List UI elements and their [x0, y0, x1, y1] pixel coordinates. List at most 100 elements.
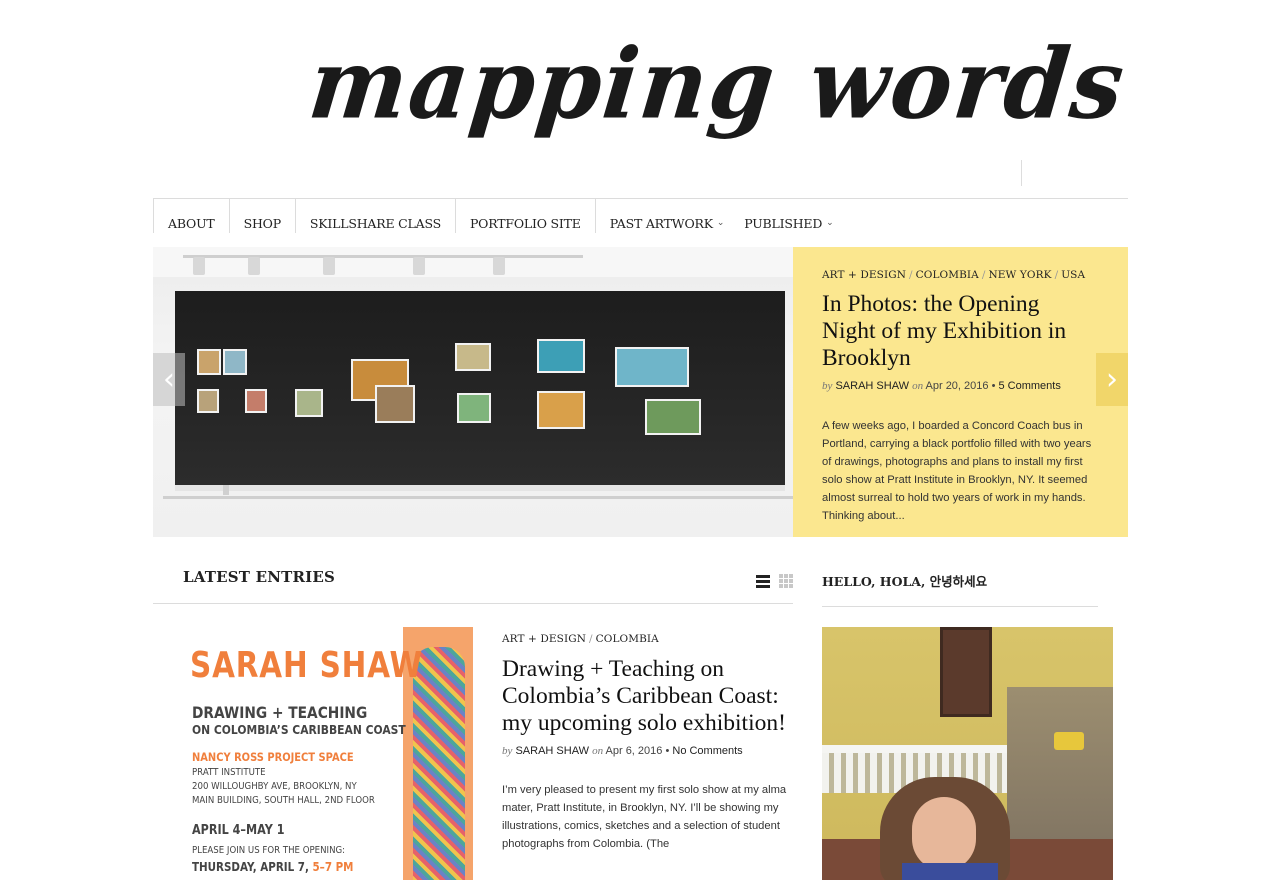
nav-label: Portfolio Site [469, 216, 581, 231]
photo-person-face [912, 797, 976, 871]
artwork [375, 385, 415, 423]
photo-door [940, 627, 992, 717]
comments-link[interactable]: 5 Comments [999, 380, 1061, 392]
slide-categories: Art + Design / Colombia / New York / USA [822, 269, 1098, 281]
divider [1021, 160, 1022, 186]
entry-categories: Art + Design / Colombia [502, 633, 793, 645]
display-sill [163, 496, 793, 499]
spotlight [323, 257, 335, 275]
nav-item-portfolio-site[interactable]: Portfolio Site [456, 199, 596, 233]
on-label: on [912, 380, 924, 392]
display-case [175, 291, 785, 491]
latest-entries-heading: Latest Entries [183, 568, 336, 586]
artwork [295, 389, 323, 417]
chevron-down-icon: ⌄ [716, 218, 725, 228]
spotlight [493, 257, 505, 275]
view-toggle [756, 574, 793, 588]
by-label: by [822, 380, 833, 392]
slide-meta: by SARAH SHAW on Apr 20, 2016 • 5 Commen… [822, 380, 1098, 392]
slide-excerpt: A few weeks ago, I boarded a Concord Coa… [822, 420, 1092, 522]
chevron-down-icon: ⌄ [826, 218, 834, 228]
artwork [537, 391, 585, 429]
category-separator: / [588, 633, 593, 645]
wall-outlet [223, 485, 229, 495]
category-link[interactable]: Art + Design [822, 269, 906, 282]
category-link[interactable]: USA [1061, 269, 1085, 282]
poster-address: MAIN BUILDING, SOUTH HALL, 2ND FLOOR [192, 795, 375, 806]
slider-next-button[interactable]: › [1096, 353, 1128, 406]
grid-view-icon[interactable] [779, 574, 793, 588]
poster-address: PRATT INSTITUTE [192, 767, 266, 778]
poster-subtitle-line: ON COLOMBIA’S CARIBBEAN COAST [192, 722, 406, 737]
entry-thumbnail[interactable]: SARAH SHAW DRAWING + TEACHING ON COLOMBI… [183, 627, 473, 880]
nav-item-skillshare-class[interactable]: Skillshare Class [296, 199, 456, 233]
poster-address: 200 WILLOUGHBY AVE, BROOKLYN, NY [192, 781, 357, 792]
list-view-icon[interactable] [756, 574, 770, 588]
by-label: by [502, 745, 513, 757]
category-separator: / [981, 269, 986, 281]
photo-person-top [902, 863, 998, 880]
category-link[interactable]: Colombia [916, 269, 979, 282]
artwork [615, 347, 689, 387]
poster-artist-name: SARAH SHAW [190, 645, 423, 686]
slide-title[interactable]: In Photos: the Opening Night of my Exhib… [822, 291, 1098, 372]
slide-caption-panel: Art + Design / Colombia / New York / USA In Ph… [793, 247, 1128, 537]
spotlight [413, 257, 425, 275]
chevron-left-icon: ‹ [163, 362, 175, 397]
poster-title-line: DRAWING + TEACHING [192, 703, 368, 722]
nav-item-published[interactable]: Published ⌄ [730, 199, 839, 233]
entry-item: Art + Design / Colombia Drawing + Teaching… [502, 633, 793, 853]
spotlight [193, 257, 205, 275]
artwork [245, 389, 267, 413]
entry-meta: by SARAH SHAW on Apr 6, 2016 • No Commen… [502, 745, 793, 757]
slide-image-gallery[interactable] [153, 247, 793, 537]
light-track [183, 255, 583, 258]
nav-label: About [168, 216, 215, 231]
category-separator: / [908, 269, 913, 281]
comments-link[interactable]: No Comments [672, 745, 742, 757]
chevron-right-icon: › [1106, 362, 1118, 397]
main-nav: About Shop Skillshare Class Portfolio Si… [153, 199, 840, 233]
nav-item-about[interactable]: About [153, 199, 230, 233]
photo-taxi [1054, 732, 1084, 750]
poster-time: 5–7 PM [312, 860, 354, 874]
author-photo [822, 627, 1113, 880]
on-label: on [592, 745, 604, 757]
artwork [197, 349, 221, 375]
poster-venue: NANCY ROSS PROJECT SPACE [192, 750, 354, 764]
poster-day: THURSDAY, APRIL 7, [192, 860, 313, 874]
entry-excerpt: I’m very pleased to present my first sol… [502, 784, 787, 850]
artwork [645, 399, 701, 435]
author-link[interactable]: SARAH SHAW [835, 380, 909, 392]
post-date: Apr 20, 2016 [925, 380, 989, 392]
artwork [537, 339, 585, 373]
logo-text: mapping words [304, 27, 1131, 141]
poster-invite: PLEASE JOIN US FOR THE OPENING: [192, 845, 346, 856]
post-date: Apr 6, 2016 [605, 745, 663, 757]
artwork [455, 343, 491, 371]
nav-label: Shop [243, 216, 282, 231]
meta-dot: • [665, 745, 670, 757]
poster-dates: APRIL 4–MAY 1 [192, 823, 285, 838]
site-logo[interactable]: mapping words [300, 27, 1131, 195]
featured-slider: Art + Design / Colombia / New York / USA In Ph… [153, 247, 1128, 537]
spotlight [248, 257, 260, 275]
entry-title[interactable]: Drawing + Teaching on Colombia’s Caribbe… [502, 656, 793, 737]
artwork [457, 393, 491, 423]
category-link[interactable]: Art + Design [502, 633, 586, 646]
category-link[interactable]: Colombia [596, 633, 659, 646]
slider-prev-button[interactable]: ‹ [153, 353, 185, 406]
divider [822, 606, 1098, 607]
category-link[interactable]: New York [989, 269, 1052, 282]
author-link[interactable]: SARAH SHAW [515, 745, 589, 757]
meta-dot: • [991, 380, 996, 392]
artwork [223, 349, 247, 375]
nav-item-past-artwork[interactable]: Past Artwork ⌄ [596, 199, 731, 233]
nav-item-shop[interactable]: Shop [230, 199, 296, 233]
divider [153, 603, 793, 604]
sidebar-heading: Hello, Hola, 안녕하세요 [822, 574, 988, 589]
nav-label: Skillshare Class [309, 216, 441, 231]
category-separator: / [1054, 269, 1059, 281]
nav-label: Published [744, 216, 823, 231]
nav-label: Past Artwork [609, 216, 713, 231]
